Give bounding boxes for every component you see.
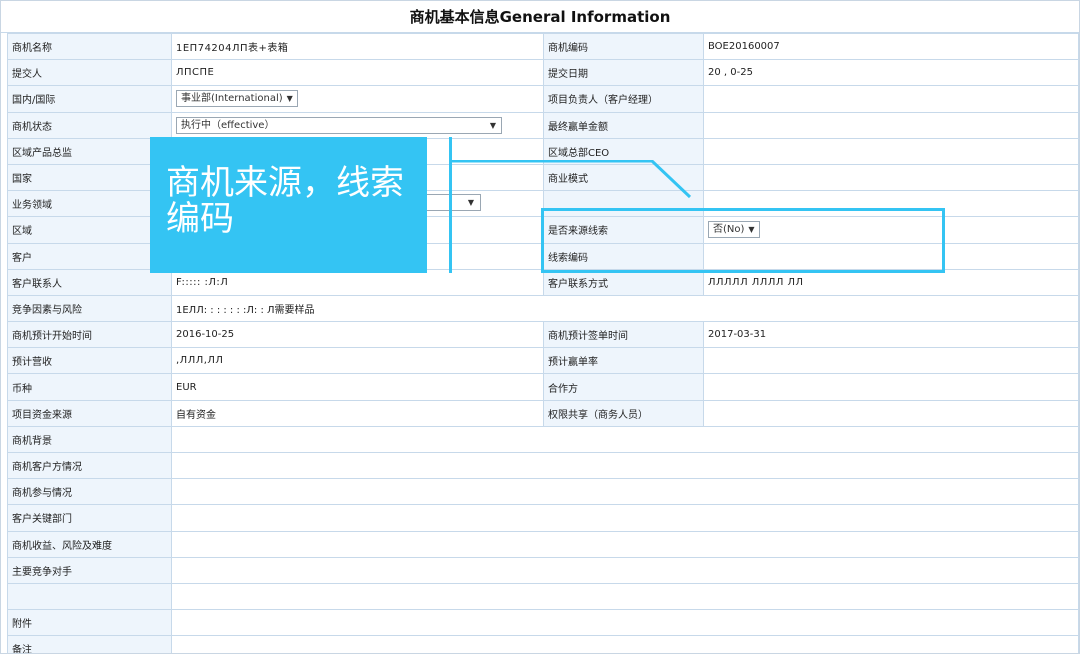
value-permission-share	[703, 399, 1079, 427]
label-regional-ceo: 区域总部CEO	[543, 137, 704, 165]
label-region: 区域	[7, 216, 172, 244]
value-expected-win-rate	[703, 347, 1079, 375]
annotation-box: 商机来源，线索编码	[150, 137, 427, 273]
label-project-manager: 项目负责人（客户经理）	[543, 85, 704, 113]
value-fund-source: 自有资金	[171, 399, 544, 427]
value-project-manager	[703, 85, 1079, 113]
annotation-divider	[449, 137, 452, 273]
table-row: 商机客户方情况	[7, 451, 1079, 480]
value-main-competitors	[171, 556, 1079, 584]
label-blank	[7, 582, 172, 611]
label-main-competitors: 主要竞争对手	[7, 556, 172, 584]
table-row: 附件	[7, 609, 1079, 637]
label-key-departments: 客户关键部门	[7, 504, 172, 532]
table-row: 主要竞争对手	[7, 556, 1079, 584]
table-row: 商机背景	[7, 425, 1079, 454]
label-expected-start: 商机预计开始时间	[7, 321, 172, 349]
value-customer-situation	[171, 451, 1079, 480]
value-currency: EUR	[171, 373, 544, 401]
label-business-field: 业务领域	[7, 190, 172, 218]
table-row: 提交人 ЛПСПЕ 提交日期 20 , 0-25	[7, 59, 1079, 87]
value-expected-sign: 2017-03-31	[703, 321, 1079, 349]
label-competition-risk: 竞争因素与风险	[7, 294, 172, 323]
lead-callout-highlight	[541, 208, 945, 273]
table-row: 商机状态 执行中（effective） ▼ 最终赢单金额	[7, 111, 1079, 139]
table-row: 竞争因素与风险 1ЕЛЛ: : : : : : :Л: : Л需要样品	[7, 294, 1079, 323]
table-row: 商机收益、风险及难度	[7, 530, 1079, 558]
label-customer-contact: 客户联系人	[7, 268, 172, 296]
value-competition-risk: 1ЕЛЛ: : : : : : :Л: : Л需要样品	[171, 294, 1079, 323]
table-row: 商机预计开始时间 2016-10-25 商机预计签单时间 2017-03-31	[7, 321, 1079, 349]
value-customer-contact: F::::: :Л:Л	[171, 268, 544, 296]
table-row: 备注	[7, 635, 1079, 653]
value-business-model	[703, 163, 1079, 192]
label-fund-source: 项目资金来源	[7, 399, 172, 427]
business-field-select-arrow[interactable]: ▼	[427, 194, 481, 211]
label-submitter: 提交人	[7, 59, 172, 87]
label-attachment: 附件	[7, 609, 172, 637]
value-benefit-risk	[171, 530, 1079, 558]
label-regional-product-director: 区域产品总监	[7, 137, 172, 165]
label-opportunity-background: 商机背景	[7, 425, 172, 454]
label-remarks: 备注	[7, 635, 172, 653]
value-expected-revenue: ,ЛЛЛ,ЛЛ	[171, 347, 544, 375]
value-blank	[171, 582, 1079, 611]
info-panel: 商机基本信息General Information 商机名称 1ЕΠ74204Л…	[0, 0, 1080, 654]
table-row	[7, 582, 1079, 611]
table-row: 预计营收 ,ЛЛЛ,ЛЛ 预计赢单率	[7, 347, 1079, 375]
page-title: 商机基本信息General Information	[1, 1, 1079, 33]
value-participation	[171, 478, 1079, 506]
label-final-amount: 最终赢单金额	[543, 111, 704, 139]
table-row: 币种 EUR 合作方	[7, 373, 1079, 401]
label-domestic-international: 国内/国际	[7, 85, 172, 113]
label-currency: 币种	[7, 373, 172, 401]
label-submit-date: 提交日期	[543, 59, 704, 87]
label-participation: 商机参与情况	[7, 478, 172, 506]
chevron-down-icon: ▼	[286, 94, 293, 104]
info-table: 商机名称 1ЕΠ74204ЛΠ表+表箱 商机编码 BOE20160007 提交人…	[7, 32, 1079, 653]
value-attachment	[171, 609, 1079, 637]
table-row: 国内/国际 事业部(International) ▼ 项目负责人（客户经理）	[7, 85, 1079, 113]
value-partner	[703, 373, 1079, 401]
value-final-amount	[703, 111, 1079, 139]
table-row: 客户联系人 F::::: :Л:Л 客户联系方式 ЛЛЛЛЛ ЛЛЛЛ ЛЛ	[7, 268, 1079, 296]
label-partner: 合作方	[543, 373, 704, 401]
label-country: 国家	[7, 163, 172, 192]
chevron-down-icon: ▼	[489, 120, 496, 130]
label-customer: 客户	[7, 242, 172, 270]
value-customer-contact-info: ЛЛЛЛЛ ЛЛЛЛ ЛЛ	[703, 268, 1079, 296]
value-opportunity-code: BOE20160007	[703, 32, 1079, 61]
label-expected-sign: 商机预计签单时间	[543, 321, 704, 349]
value-key-departments	[171, 504, 1079, 532]
label-expected-win-rate: 预计赢单率	[543, 347, 704, 375]
label-benefit-risk: 商机收益、风险及难度	[7, 530, 172, 558]
value-opportunity-background	[171, 425, 1079, 454]
table-row: 商机参与情况	[7, 478, 1079, 506]
label-customer-contact-info: 客户联系方式	[543, 268, 704, 296]
value-remarks	[171, 635, 1079, 653]
value-opportunity-name: 1ЕΠ74204ЛΠ表+表箱	[171, 32, 544, 61]
label-expected-revenue: 预计营收	[7, 347, 172, 375]
label-opportunity-status: 商机状态	[7, 111, 172, 139]
value-regional-ceo	[703, 137, 1079, 165]
label-customer-situation: 商机客户方情况	[7, 451, 172, 480]
label-permission-share: 权限共享（商务人员）	[543, 399, 704, 427]
domestic-international-select[interactable]: 事业部(International) ▼	[176, 90, 298, 108]
label-opportunity-code: 商机编码	[543, 32, 704, 61]
value-submit-date: 20 , 0-25	[703, 59, 1079, 87]
label-opportunity-name: 商机名称	[7, 32, 172, 61]
status-select[interactable]: 执行中（effective） ▼	[176, 116, 502, 134]
value-submitter: ЛПСПЕ	[171, 59, 544, 87]
value-expected-start: 2016-10-25	[171, 321, 544, 349]
table-row: 客户关键部门	[7, 504, 1079, 532]
table-row: 商机名称 1ЕΠ74204ЛΠ表+表箱 商机编码 BOE20160007	[7, 32, 1079, 61]
table-row: 项目资金来源 自有资金 权限共享（商务人员）	[7, 399, 1079, 427]
label-business-model: 商业模式	[543, 163, 704, 192]
